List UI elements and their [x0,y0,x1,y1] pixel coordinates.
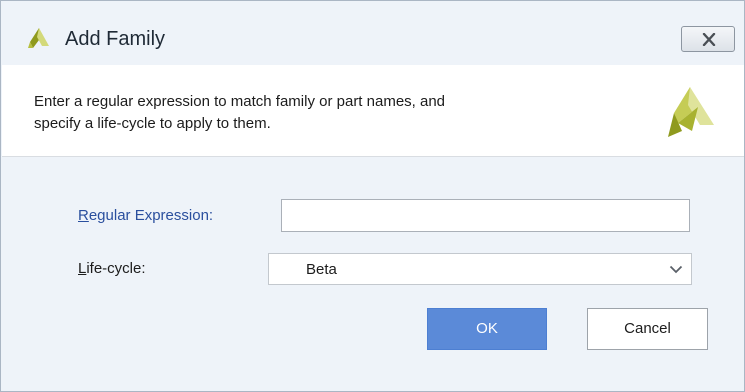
title-bar[interactable]: Add Family [1,1,744,65]
banner-line-1: Enter a regular expression to match fami… [34,93,446,110]
banner-logo-icon [664,85,720,137]
banner-description: Enter a regular expression to match fami… [34,91,624,135]
regex-label-text: egular Expression: [88,207,214,224]
add-family-dialog: Add Family Enter a regular expression to… [0,0,745,392]
chevron-down-icon [669,265,683,274]
lifecycle-selected-value: Beta [306,261,337,278]
regex-label: Regular Expression: [78,206,213,226]
ok-button[interactable]: OK [427,308,547,350]
cancel-button[interactable]: Cancel [587,308,708,350]
lifecycle-select[interactable]: Beta [268,253,692,285]
lifecycle-label: Life-cycle: [78,259,146,279]
dialog-title: Add Family [65,28,166,50]
app-logo-icon [28,28,50,48]
lifecycle-label-text: ife-cycle: [86,260,146,277]
description-banner: Enter a regular expression to match fami… [2,65,744,157]
banner-line-2: specify a life-cycle to apply to them. [34,115,271,132]
form-area: Regular Expression: Life-cycle: Beta OK … [2,157,744,381]
close-button[interactable] [681,26,735,52]
regex-input[interactable] [281,199,690,232]
regex-label-mnemonic: R [78,207,89,224]
close-icon [702,33,716,46]
